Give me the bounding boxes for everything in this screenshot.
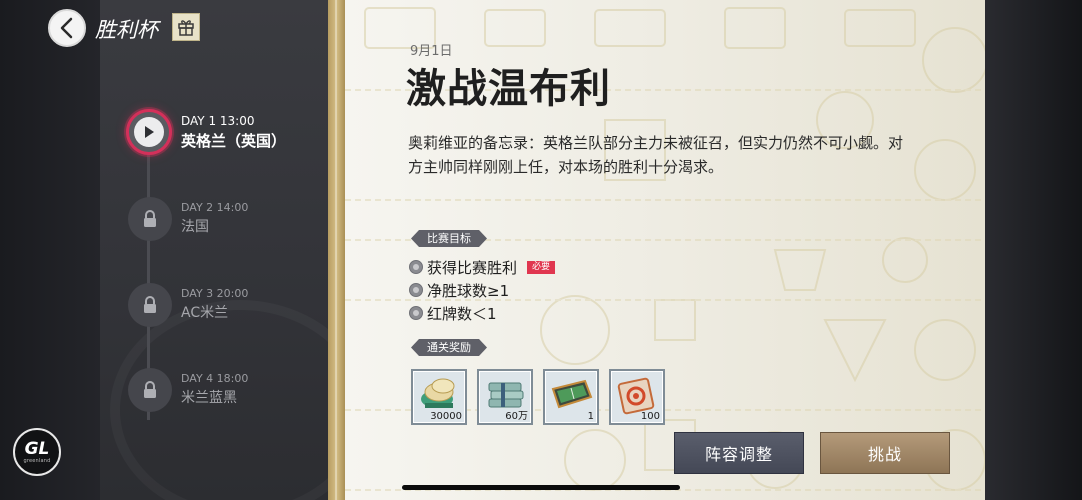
- stage-day: DAY 4 18:00: [181, 372, 249, 385]
- objective-text: 获得比赛胜利: [427, 258, 518, 277]
- reward-quantity: 1: [587, 411, 594, 422]
- objective-bullet-icon: [409, 306, 423, 320]
- stage-opponent: 米兰蓝黑: [181, 390, 237, 406]
- left-frame: [0, 0, 100, 500]
- lineup-adjust-button[interactable]: 阵容调整: [674, 432, 804, 474]
- exp-ticket-icon: [617, 377, 655, 415]
- right-frame: [984, 0, 1082, 500]
- reward-item[interactable]: 1: [543, 369, 599, 425]
- panel-divider: [328, 0, 345, 500]
- challenge-button[interactable]: 挑战: [820, 432, 950, 474]
- reward-item[interactable]: 60万: [477, 369, 533, 425]
- stage-item-4[interactable]: DAY 4 18:00 米兰蓝黑: [128, 368, 328, 418]
- stage-item-2[interactable]: DAY 2 14:00 法国: [128, 197, 328, 247]
- stage-day: DAY 2 14:00: [181, 201, 249, 214]
- stage-opponent: AC米兰: [181, 305, 229, 321]
- objective-text: 红牌数＜1: [427, 304, 497, 323]
- reward-quantity: 60万: [505, 411, 528, 422]
- objective-item: 获得比赛胜利 必要: [409, 257, 556, 277]
- stage-item-1[interactable]: DAY 1 13:00 英格兰（英国）: [126, 109, 328, 162]
- reward-item[interactable]: 100: [609, 369, 665, 425]
- rewards-label: 通关奖励: [411, 339, 487, 356]
- stage-opponent: 法国: [181, 219, 209, 235]
- chevron-left-icon: [60, 17, 73, 39]
- stage-item-3[interactable]: DAY 3 20:00 AC米兰: [128, 283, 328, 333]
- page-title: 胜利杯: [95, 18, 158, 42]
- gift-button[interactable]: [172, 13, 200, 41]
- home-indicator[interactable]: [402, 485, 680, 490]
- objective-item: 净胜球数≥1: [409, 280, 509, 300]
- back-button[interactable]: [48, 9, 86, 47]
- reward-quantity: 100: [640, 411, 660, 422]
- required-badge: 必要: [527, 260, 556, 274]
- objective-bullet-icon: [409, 260, 423, 274]
- coins-icon: [421, 378, 455, 408]
- training-board-icon: [551, 379, 593, 409]
- stage-opponent: 英格兰（英国）: [181, 132, 287, 150]
- objectives-label: 比赛目标: [411, 230, 487, 247]
- gift-icon: [178, 20, 194, 36]
- lock-icon: [128, 368, 172, 412]
- lock-icon: [128, 197, 172, 241]
- stage-day: DAY 3 20:00: [181, 287, 249, 300]
- reward-quantity: 30000: [430, 411, 462, 422]
- stage-timeline-panel: [100, 0, 330, 500]
- logo-subtext: greenland: [23, 457, 51, 464]
- logo-text: GL: [24, 438, 50, 459]
- lock-icon: [128, 283, 172, 327]
- objective-bullet-icon: [409, 283, 423, 297]
- gl-logo: GL greenland: [13, 428, 61, 476]
- play-icon: [134, 117, 164, 147]
- match-description: 奥莉维亚的备忘录：英格兰队部分主力未被征召，但实力仍然不可小觑。对方主帅同样刚刚…: [408, 134, 904, 176]
- objective-item: 红牌数＜1: [409, 303, 497, 323]
- match-title: 激战温布利: [406, 66, 611, 112]
- stage-day: DAY 1 13:00: [181, 114, 255, 128]
- reward-item[interactable]: 30000: [411, 369, 467, 425]
- objective-text: 净胜球数≥1: [427, 281, 510, 300]
- stage-node: [126, 109, 172, 155]
